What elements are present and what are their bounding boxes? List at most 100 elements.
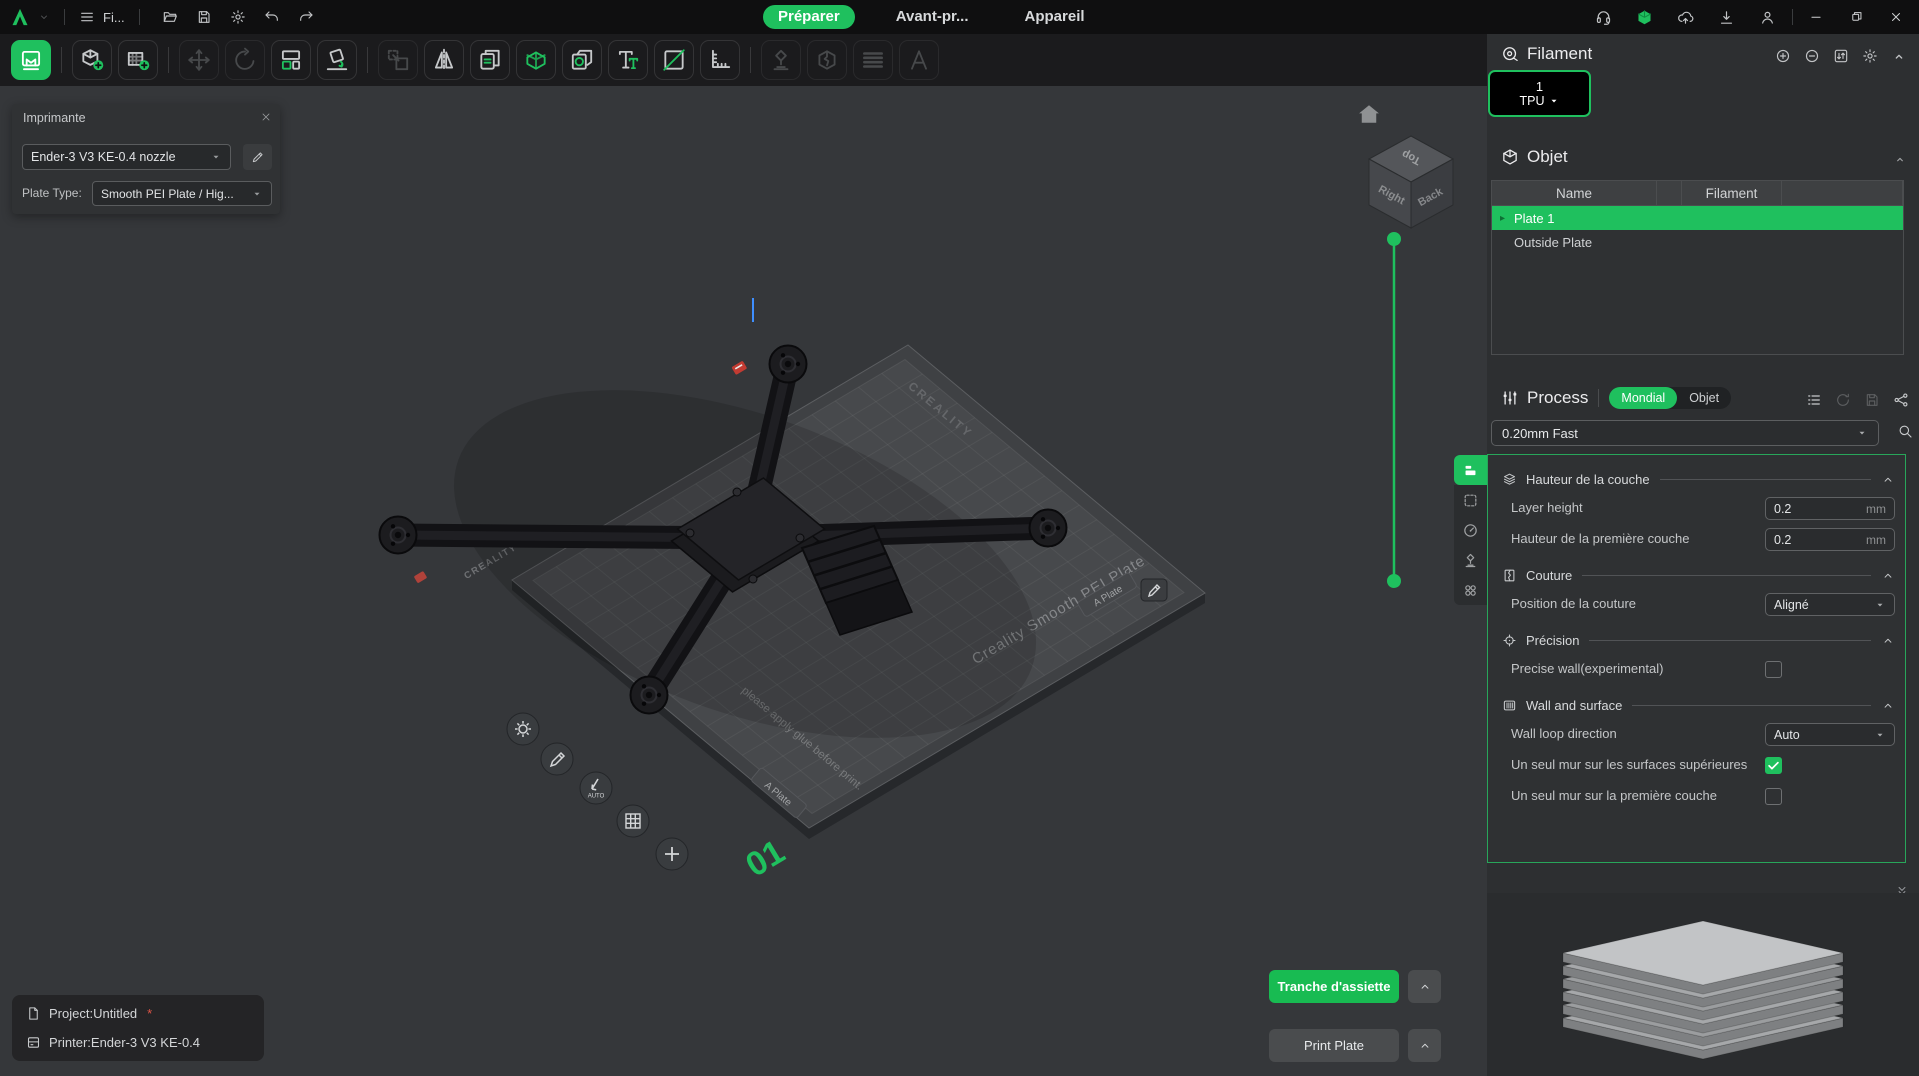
process-history-button <box>1835 392 1851 408</box>
download-button[interactable] <box>1718 9 1735 26</box>
print-plate-button[interactable]: Print Plate <box>1269 1029 1399 1062</box>
redo-button[interactable] <box>298 9 314 25</box>
print-options-button[interactable] <box>1408 1029 1441 1062</box>
scope-mondial[interactable]: Mondial <box>1609 387 1677 409</box>
paint-support-button <box>761 40 801 80</box>
section-header-wall-and-surface[interactable]: Wall and surface <box>1502 692 1895 719</box>
setting-select[interactable]: Auto <box>1765 723 1895 746</box>
mirror-button[interactable] <box>424 40 464 80</box>
plate-pattern-button[interactable] <box>617 805 649 837</box>
tab-avant-pr-[interactable]: Avant-pr... <box>881 5 984 29</box>
setting-input[interactable]: 0.2 mm <box>1765 528 1895 551</box>
setting-label: Hauteur de la première couche <box>1511 531 1765 547</box>
caret-down-icon <box>1874 599 1886 611</box>
cloud-upload-button[interactable] <box>1677 9 1694 26</box>
plate-settings-button[interactable] <box>507 713 539 745</box>
tab-préparer[interactable]: Préparer <box>763 5 855 29</box>
tab-appareil[interactable]: Appareil <box>1010 5 1100 29</box>
filament-slot-1[interactable]: 1 TPU <box>1488 70 1591 117</box>
folder-open-button[interactable] <box>162 9 178 25</box>
user-button[interactable] <box>1759 9 1776 26</box>
printer-panel: Imprimante Ender-3 V3 KE-0.4 nozzle Plat… <box>12 104 280 214</box>
layer-preview-button <box>853 40 893 80</box>
collapse-object-icon[interactable] <box>1893 152 1907 166</box>
slice-plate-button[interactable]: Tranche d'assiette <box>1269 970 1399 1003</box>
chevron-up-icon[interactable] <box>1881 634 1895 648</box>
filament-plus-circle-button[interactable] <box>1775 48 1791 64</box>
home-view-button[interactable] <box>1355 100 1383 128</box>
auto-orient-button[interactable] <box>317 40 357 80</box>
add-model-button[interactable] <box>72 40 112 80</box>
boolean-button[interactable] <box>562 40 602 80</box>
section-divider <box>1589 640 1871 641</box>
scope-objet[interactable]: Objet <box>1677 387 1731 409</box>
add-text-button[interactable] <box>608 40 648 80</box>
filament-minus-circle-button[interactable] <box>1804 48 1820 64</box>
slice-options-button[interactable] <box>1408 970 1441 1003</box>
setting-input[interactable]: 0.2mm <box>1765 497 1895 520</box>
category-tab-others[interactable] <box>1454 575 1487 605</box>
auto-arrange-plate-button[interactable]: AUTO <box>580 772 612 804</box>
filament-collapse-button[interactable] <box>1891 48 1907 64</box>
save-button[interactable] <box>196 9 212 25</box>
measure-button[interactable] <box>700 40 740 80</box>
section-header-pr-cision[interactable]: Précision <box>1502 627 1895 654</box>
category-tab-plate[interactable] <box>1454 485 1487 515</box>
clone-button[interactable] <box>470 40 510 80</box>
setting-value: 0.2 <box>1774 502 1791 516</box>
object-row-plate-1[interactable]: ▸Plate 1 <box>1492 206 1903 230</box>
process-flow-button[interactable] <box>1893 392 1909 408</box>
section-header-couture[interactable]: Couture <box>1502 562 1895 589</box>
app-logo-icon[interactable] <box>10 7 30 27</box>
filament-gear-button[interactable] <box>1862 48 1878 64</box>
navigation-cube[interactable]: Top Right Back <box>1356 128 1466 238</box>
view-slider[interactable] <box>1387 232 1401 588</box>
edit-printer-button[interactable] <box>243 144 272 170</box>
setting-unit: mm <box>1866 533 1886 547</box>
hamburger-menu-icon[interactable] <box>79 9 95 25</box>
process-list-button[interactable] <box>1806 392 1822 408</box>
headset-button[interactable] <box>1595 9 1612 26</box>
viewport-3d[interactable]: CREALITY CREALITY Creality Smooth PEI Pl… <box>0 86 1487 1076</box>
scene-canvas[interactable]: CREALITY CREALITY Creality Smooth PEI Pl… <box>0 86 1487 1076</box>
logo-menu-caret-icon[interactable] <box>38 11 50 23</box>
setting-select[interactable]: Aligné <box>1765 593 1895 616</box>
view-slider-bottom-handle[interactable] <box>1387 574 1401 588</box>
setting-checkbox[interactable] <box>1765 661 1782 678</box>
plate-type-select[interactable]: Smooth PEI Plate / Hig... <box>92 181 272 206</box>
add-plate-floating-button[interactable] <box>656 838 688 870</box>
setting-value: 0.2 <box>1774 533 1791 547</box>
process-preset-select[interactable]: 0.20mm Fast <box>1491 420 1879 446</box>
setting-checkbox[interactable] <box>1765 757 1782 774</box>
main-toolbar <box>0 34 1487 86</box>
search-icon[interactable] <box>1897 423 1913 439</box>
category-tab-speed[interactable] <box>1454 515 1487 545</box>
caret-down-icon[interactable] <box>1548 95 1560 107</box>
creality-box-button[interactable] <box>1636 9 1653 26</box>
category-tab-support[interactable] <box>1454 545 1487 575</box>
object-row-outside-plate[interactable]: ▸Outside Plate <box>1492 230 1903 254</box>
split-button[interactable] <box>516 40 556 80</box>
mirror-icon <box>431 47 457 73</box>
maximize-button[interactable] <box>1849 10 1863 24</box>
edit-plate-name-button[interactable] <box>1141 579 1167 601</box>
plate-label-button[interactable] <box>541 743 573 775</box>
file-menu[interactable]: Fi... <box>103 10 125 25</box>
chevron-up-icon[interactable] <box>1881 569 1895 583</box>
setting-checkbox[interactable] <box>1765 788 1782 805</box>
add-plate-button[interactable] <box>118 40 158 80</box>
close-icon[interactable] <box>260 111 272 123</box>
close-button[interactable] <box>1889 10 1903 24</box>
gear-button[interactable] <box>230 9 246 25</box>
chevron-up-icon[interactable] <box>1881 473 1895 487</box>
category-tab-quality[interactable] <box>1454 455 1487 485</box>
undo-button[interactable] <box>264 9 280 25</box>
printer-select[interactable]: Ender-3 V3 KE-0.4 nozzle <box>22 144 231 170</box>
filament-swap-button[interactable] <box>1833 48 1849 64</box>
chevron-up-icon[interactable] <box>1881 699 1895 713</box>
section-header-hauteur-de-la-couche[interactable]: Hauteur de la couche <box>1502 466 1895 493</box>
minimize-button[interactable] <box>1809 10 1823 24</box>
plate-settings-button[interactable] <box>11 40 51 80</box>
cut-button[interactable] <box>654 40 694 80</box>
auto-arrange-button[interactable] <box>271 40 311 80</box>
